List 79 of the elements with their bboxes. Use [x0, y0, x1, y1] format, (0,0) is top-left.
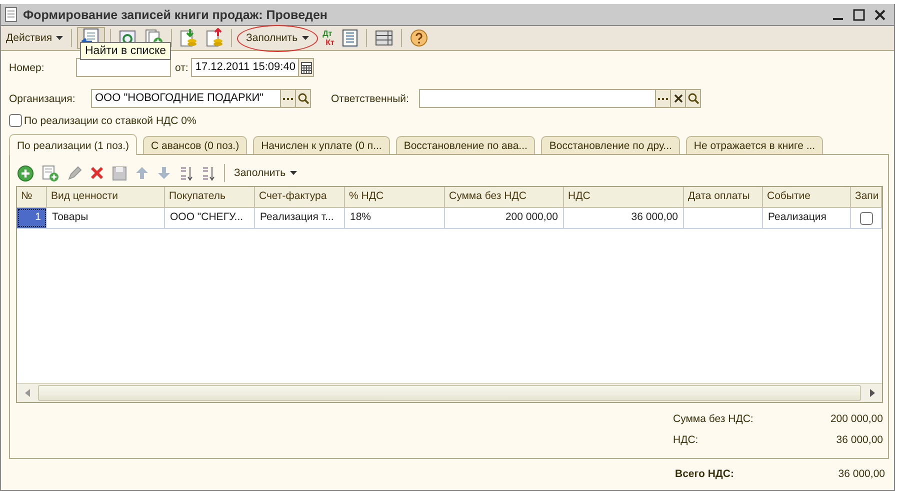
checkbox[interactable] [860, 212, 873, 225]
search-icon [298, 93, 308, 104]
table-cell: ООО "СНЕГУ... [165, 208, 255, 228]
responsible-field[interactable] [419, 89, 656, 108]
total-value: 36 000,00 [835, 434, 883, 446]
column-header: Событие [763, 187, 851, 207]
unpost-document-icon[interactable] [206, 28, 224, 48]
horizontal-scrollbar[interactable] [17, 383, 882, 402]
tab[interactable]: С авансов (0 поз.) [143, 136, 248, 154]
tab[interactable]: Восстановление по дру... [541, 136, 680, 154]
select-button[interactable] [656, 89, 671, 108]
save-icon[interactable] [112, 166, 127, 180]
actions-menu[interactable]: Действия [3, 27, 66, 49]
column-header: % НДС [345, 187, 445, 207]
maximize-icon[interactable] [853, 8, 865, 20]
sort-ascending-icon[interactable] [179, 164, 193, 182]
add-copy-icon[interactable] [42, 164, 59, 182]
checkbox-label: По реализации со ставкой НДС 0% [24, 114, 196, 126]
tab[interactable]: Начислен к уплате (0 п... [253, 136, 390, 154]
column-header: Вид ценности [47, 187, 165, 207]
table-cell: Реализация т... [255, 208, 345, 228]
report-icon[interactable] [342, 29, 358, 47]
organization-field[interactable]: ООО "НОВОГОДНИЕ ПОДАРКИ" [91, 89, 281, 108]
row-number-cell[interactable]: 1 [17, 208, 47, 228]
table-cell: 200 000,00 [445, 208, 564, 228]
total-value: 36 000,00 [837, 468, 885, 482]
clear-icon [674, 94, 682, 103]
column-header: Запи [851, 187, 882, 207]
fill-button[interactable]: Заполнить [243, 27, 312, 49]
table-layout-icon[interactable] [375, 30, 394, 46]
caret-icon [56, 36, 64, 40]
delete-icon[interactable] [90, 166, 104, 180]
column-header: Дата оплаты [684, 187, 763, 207]
search-icon [688, 93, 698, 104]
window-title: Формирование записей книги продаж: Проведен [23, 8, 328, 22]
table-cell: 36 000,00 [564, 208, 684, 228]
edit-icon[interactable] [67, 166, 82, 180]
caret-icon [302, 36, 309, 40]
tab[interactable]: Не отражается в книге ... [686, 136, 824, 154]
postings-button[interactable]: Дт Кт [320, 27, 336, 49]
tooltip: Найти в списке [80, 42, 172, 60]
field-label: Ответственный: [331, 92, 410, 104]
close-icon[interactable] [874, 8, 886, 20]
total-value: 200 000,00 [829, 413, 883, 425]
search-button[interactable] [296, 89, 311, 108]
field-label: Организация: [9, 92, 76, 104]
calendar-icon [300, 62, 312, 74]
fill-button[interactable]: Заполнить [233, 166, 298, 180]
help-icon[interactable] [410, 29, 428, 47]
caret-icon [290, 171, 297, 175]
dots-icon [283, 96, 293, 100]
tab[interactable]: Восстановление по ава... [396, 136, 536, 154]
clear-button[interactable] [671, 89, 686, 108]
column-header: № [17, 187, 47, 207]
tab[interactable]: По реализации (1 поз.) [9, 134, 138, 155]
post-document-icon[interactable] [180, 28, 198, 48]
column-header: Покупатель [165, 187, 255, 207]
checkbox[interactable] [9, 114, 22, 127]
add-icon[interactable] [17, 164, 34, 182]
total-label: Сумма без НДС: [673, 413, 754, 425]
table-cell: Реализация [763, 208, 851, 228]
column-header: Сумма без НДС [445, 187, 564, 207]
total-label: НДС: [673, 434, 700, 446]
table-cell: Товары [47, 208, 165, 228]
table-cell: 18% [345, 208, 445, 228]
date-field[interactable]: 17.12.2011 15:09:40 [191, 58, 300, 77]
number-field[interactable] [76, 58, 171, 77]
scroll-right-icon[interactable] [870, 389, 874, 397]
column-header: НДС [564, 187, 684, 207]
document-icon [5, 7, 17, 22]
field-label: от: [175, 62, 188, 74]
dots-icon [658, 96, 668, 100]
field-label: Номер: [9, 62, 46, 74]
search-button[interactable] [686, 89, 701, 108]
calendar-button[interactable] [299, 58, 314, 77]
select-button[interactable] [281, 89, 296, 108]
total-label: Всего НДС: [675, 468, 735, 482]
sort-descending-icon[interactable] [201, 164, 215, 182]
column-header: Счет-фактура [255, 187, 345, 207]
